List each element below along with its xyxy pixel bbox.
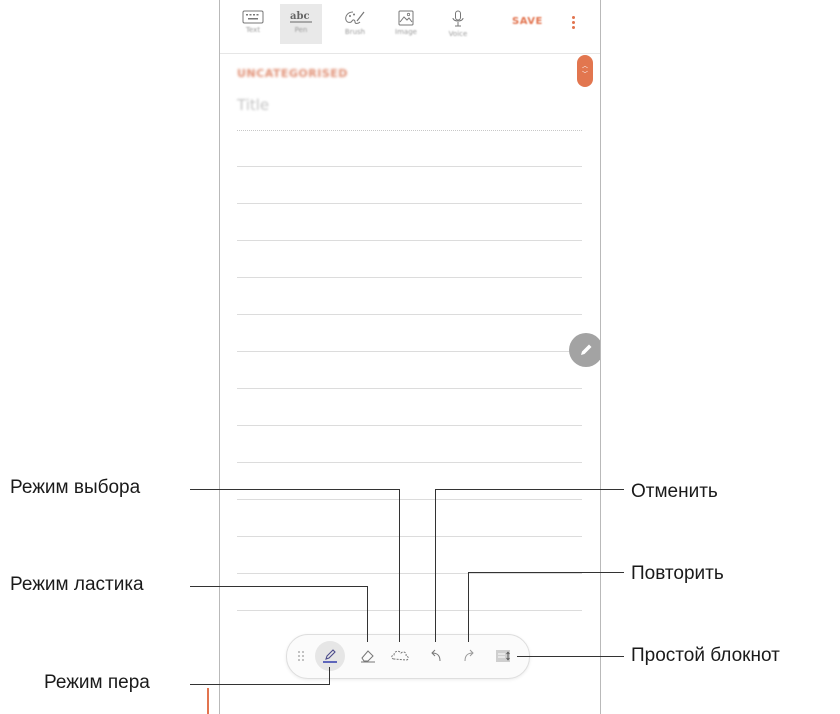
callout-simple-notepad: Простой блокнот [631, 645, 780, 666]
handwriting-mode-label: Pen [294, 26, 308, 34]
pen-mode-button[interactable] [315, 641, 345, 671]
palette-icon [345, 11, 365, 24]
callout-undo: Отменить [631, 481, 718, 502]
microphone-icon [452, 10, 464, 27]
undo-button[interactable] [421, 641, 451, 671]
callout-line [435, 489, 436, 642]
voice-label: Voice [448, 30, 468, 38]
chevron-up-icon: ︿ [581, 63, 588, 70]
title-field[interactable]: Title [237, 96, 269, 114]
ruled-line [237, 314, 582, 315]
toolbar-divider [220, 53, 600, 54]
callout-line [468, 572, 624, 573]
callout-line [517, 656, 624, 657]
text-cursor [207, 688, 209, 714]
callout-line [435, 489, 624, 490]
ruled-line [237, 425, 582, 426]
ruled-line [237, 351, 582, 352]
notes-app-screen: Text abc Pen Brush Image Voice SAVE UNCA… [219, 0, 601, 714]
ruled-line [237, 499, 582, 500]
callout-pen-mode: Режим пера [44, 672, 150, 693]
redo-icon [464, 649, 474, 662]
image-icon [398, 10, 414, 26]
redo-button[interactable] [454, 641, 484, 671]
svg-text:abc: abc [290, 11, 310, 22]
ruled-line [237, 610, 582, 611]
callout-line [190, 489, 400, 490]
lasso-icon [391, 650, 409, 661]
ruled-line [237, 388, 582, 389]
brush-mode-button[interactable]: Brush [334, 6, 376, 42]
callout-eraser-mode: Режим ластика [10, 574, 144, 595]
selection-mode-button[interactable] [385, 641, 415, 671]
pen-fab-button[interactable] [569, 333, 600, 367]
note-toolbar: Text abc Pen Brush Image Voice SAVE [220, 0, 600, 46]
callout-line [468, 572, 469, 642]
handwriting-icon: abc [290, 11, 312, 23]
brush-mode-label: Brush [344, 28, 366, 36]
pen-icon [323, 649, 337, 663]
simple-notepad-button[interactable] [488, 641, 518, 671]
save-button[interactable]: SAVE [512, 16, 543, 27]
text-mode-button[interactable]: Text [232, 6, 274, 42]
ruled-line [237, 277, 582, 278]
image-button[interactable]: Image [385, 6, 427, 42]
ruled-line [237, 573, 582, 574]
callout-line [190, 586, 368, 587]
callout-line [329, 667, 330, 685]
callout-line [399, 489, 400, 642]
notepad-icon [496, 650, 510, 662]
keyboard-icon [242, 10, 264, 24]
image-label: Image [395, 28, 417, 36]
more-options-icon[interactable] [569, 14, 577, 34]
category-selector[interactable]: UNCATEGORISED [237, 67, 348, 80]
ruled-line [237, 203, 582, 204]
eraser-icon [361, 650, 375, 663]
callout-redo: Повторить [631, 563, 724, 584]
callout-line [190, 684, 330, 685]
pen-toolbar [286, 634, 530, 679]
undo-icon [431, 649, 441, 662]
voice-button[interactable]: Voice [437, 6, 479, 42]
ruled-line [237, 240, 582, 241]
title-separator [237, 130, 582, 131]
drag-handle-icon[interactable] [293, 641, 309, 671]
callout-selection-mode: Режим выбора [10, 477, 141, 498]
chevron-down-icon: ﹀ [581, 71, 588, 78]
pencil-icon [581, 344, 592, 355]
ruled-line [237, 166, 582, 167]
ruled-line [237, 462, 582, 463]
ruled-line [237, 536, 582, 537]
eraser-mode-button[interactable] [353, 641, 383, 671]
text-mode-label: Text [245, 26, 261, 34]
handwriting-mode-button[interactable]: abc Pen [280, 4, 322, 44]
callout-line [367, 586, 368, 642]
scroll-handle[interactable]: ︿ ﹀ [577, 55, 593, 87]
